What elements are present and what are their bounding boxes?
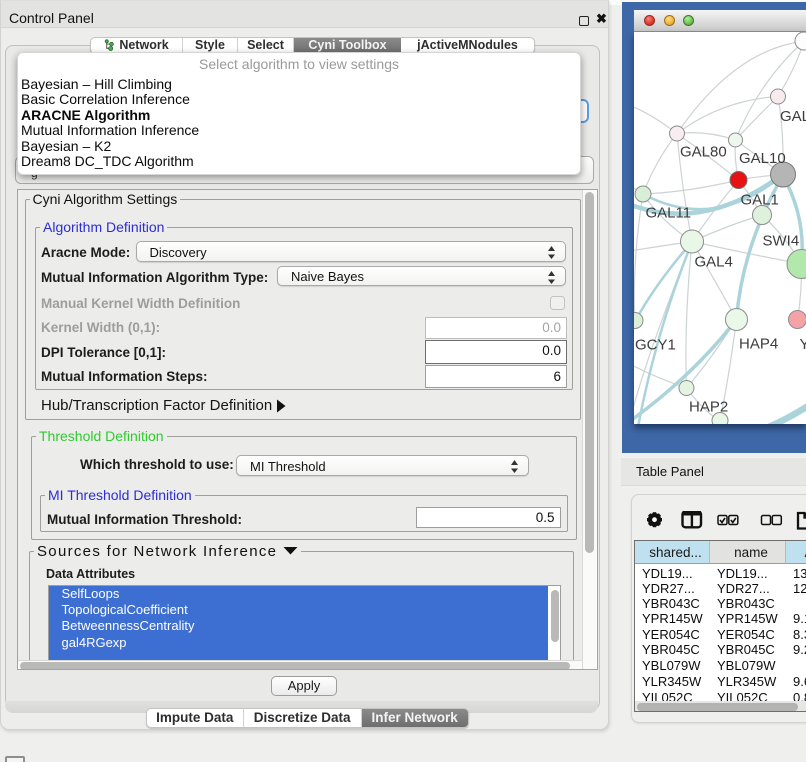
svg-text:HAP2: HAP2 — [689, 398, 728, 415]
svg-text:GAL4: GAL4 — [695, 253, 733, 270]
svg-text:GAL11: GAL11 — [646, 204, 692, 221]
svg-text:SWI4: SWI4 — [763, 232, 800, 249]
svg-text:GCY1: GCY1 — [635, 336, 676, 353]
svg-text:GAL10: GAL10 — [739, 150, 786, 167]
svg-text:GAL7: GAL7 — [780, 108, 806, 125]
svg-text:GAL1: GAL1 — [741, 191, 779, 208]
svg-text:HAP4: HAP4 — [739, 335, 778, 352]
svg-text:GAL80: GAL80 — [680, 143, 727, 160]
svg-text:YL: YL — [800, 336, 806, 353]
